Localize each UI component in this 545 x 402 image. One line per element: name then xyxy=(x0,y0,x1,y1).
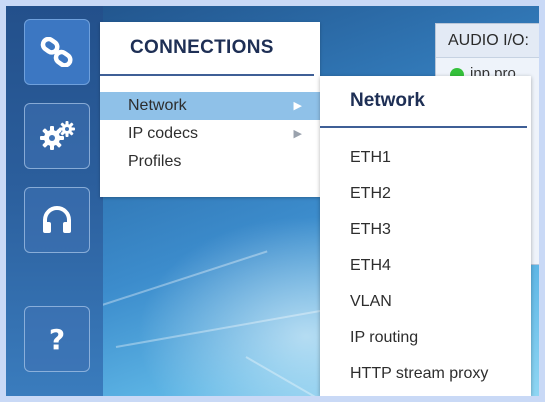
menu-item-eth4[interactable]: ETH4 xyxy=(320,248,531,284)
submenu-arrow-icon: ▶ xyxy=(293,128,302,140)
question-icon: ? xyxy=(48,322,66,356)
menu-item-profiles[interactable]: Profiles xyxy=(100,148,320,176)
menu-item-eth1[interactable]: ETH1 xyxy=(320,140,531,176)
network-submenu-title: Network xyxy=(320,76,527,128)
network-submenu: Network ETH1 ETH2 ETH3 ETH4 VLAN IP rout… xyxy=(320,76,531,396)
headphones-icon xyxy=(41,205,73,235)
menu-item-label: Network xyxy=(128,97,187,114)
menu-item-label: IP codecs xyxy=(128,125,198,142)
menu-item-http-stream-proxy[interactable]: HTTP stream proxy xyxy=(320,356,531,392)
menu-item-ip-codecs[interactable]: IP codecs ▶ xyxy=(100,120,320,148)
menu-item-label: Profiles xyxy=(128,153,182,170)
background-streak xyxy=(245,356,325,396)
menu-item-eth2[interactable]: ETH2 xyxy=(320,176,531,212)
connections-menu: CONNECTIONS Network ▶ IP codecs ▶ Profil… xyxy=(100,22,320,197)
sidebar: ? xyxy=(6,6,103,396)
help-button[interactable]: ? xyxy=(24,306,90,372)
link-icon xyxy=(40,37,74,67)
menu-item-eth3[interactable]: ETH3 xyxy=(320,212,531,248)
background-streak xyxy=(95,250,268,308)
background-streak xyxy=(115,309,323,348)
menu-item-ip-routing[interactable]: IP routing xyxy=(320,320,531,356)
menu-item-network[interactable]: Network ▶ xyxy=(100,92,320,120)
audio-io-title: AUDIO I/O: xyxy=(436,24,539,58)
gears-icon xyxy=(38,120,76,152)
menu-item-vlan[interactable]: VLAN xyxy=(320,284,531,320)
settings-button[interactable] xyxy=(24,103,90,169)
submenu-arrow-icon: ▶ xyxy=(293,100,302,112)
app-window: AUDIO I/O: inp pro ? CONNECTIONS Network… xyxy=(6,6,539,396)
audio-button[interactable] xyxy=(24,187,90,253)
connections-menu-title: CONNECTIONS xyxy=(100,22,314,76)
connections-button[interactable] xyxy=(24,19,90,85)
